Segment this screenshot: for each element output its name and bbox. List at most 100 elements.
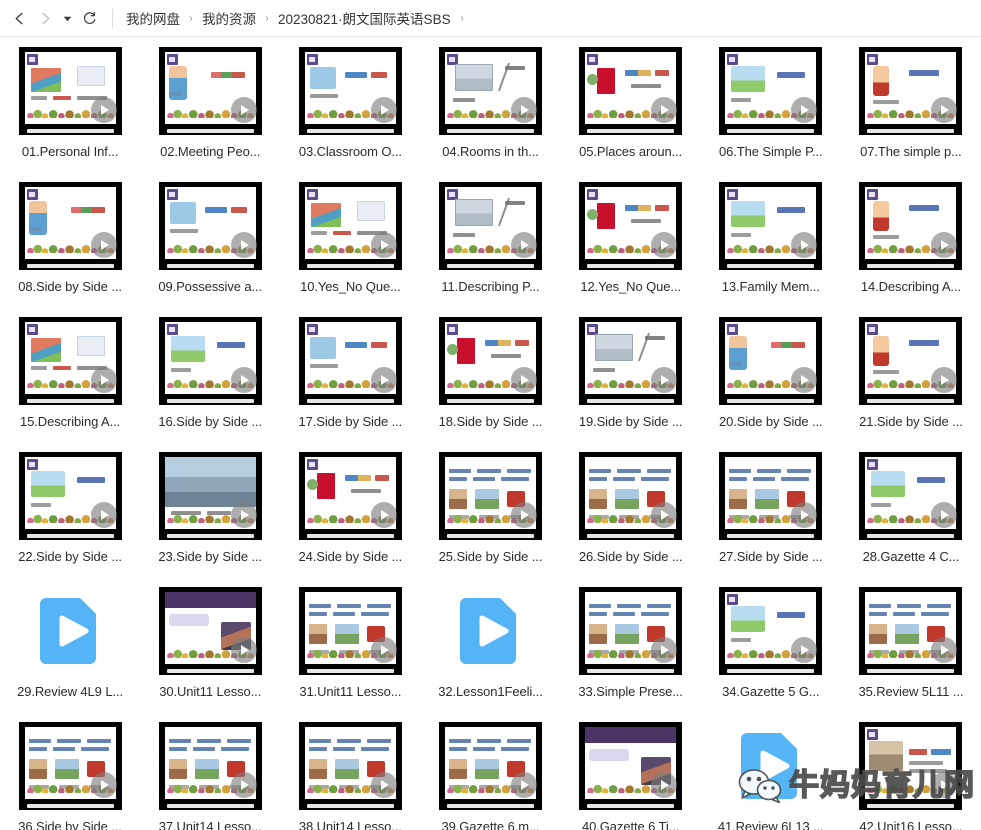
back-button[interactable] — [6, 5, 32, 31]
file-item[interactable]: 32.Lesson1Feeli... — [425, 585, 556, 714]
file-thumbnail[interactable] — [579, 47, 683, 135]
file-thumbnail[interactable] — [719, 452, 823, 540]
file-item[interactable]: 28.Gazette 4 C... — [845, 450, 976, 579]
play-button-overlay[interactable] — [230, 367, 257, 393]
file-thumbnail[interactable] — [438, 722, 542, 810]
play-button-overlay[interactable] — [370, 232, 397, 258]
file-thumbnail[interactable] — [859, 317, 963, 405]
play-button-overlay[interactable] — [510, 232, 537, 258]
file-item[interactable]: 27.Side by Side ... — [705, 450, 836, 579]
play-button-overlay[interactable] — [230, 97, 257, 123]
file-item[interactable]: 23.Side by Side ... — [145, 450, 276, 579]
file-item[interactable]: 24.Side by Side ... — [285, 450, 416, 579]
file-item[interactable]: 25.Side by Side ... — [425, 450, 556, 579]
play-button-overlay[interactable] — [370, 97, 397, 123]
file-thumbnail[interactable] — [859, 182, 963, 270]
file-item[interactable]: 02.Meeting Peo... — [145, 45, 276, 174]
play-button-overlay[interactable] — [651, 367, 678, 393]
file-thumbnail[interactable] — [298, 587, 402, 675]
play-button-overlay[interactable] — [90, 232, 117, 258]
play-button-overlay[interactable] — [230, 232, 257, 258]
file-thumbnail[interactable] — [18, 722, 122, 810]
play-button-overlay[interactable] — [230, 502, 257, 528]
file-item[interactable]: 12.Yes_No Que... — [565, 180, 696, 309]
file-thumbnail[interactable] — [438, 587, 542, 675]
play-button-overlay[interactable] — [510, 97, 537, 123]
file-item[interactable]: 38.Unit14 Lesso... — [285, 720, 416, 830]
file-item[interactable]: 01.Personal Inf... — [5, 45, 136, 174]
file-item[interactable]: 26.Side by Side ... — [565, 450, 696, 579]
file-item[interactable]: 33.Simple Prese... — [565, 585, 696, 714]
file-item[interactable]: 19.Side by Side ... — [565, 315, 696, 444]
file-item[interactable]: 35.Review 5L11 ... — [845, 585, 976, 714]
play-button-overlay[interactable] — [651, 502, 678, 528]
file-item[interactable]: 29.Review 4L9 L... — [5, 585, 136, 714]
file-item[interactable]: 15.Describing A... — [5, 315, 136, 444]
file-item[interactable]: 06.The Simple P... — [705, 45, 836, 174]
play-button-overlay[interactable] — [230, 637, 257, 663]
breadcrumb-item-root[interactable]: 我的网盘 — [125, 7, 181, 29]
file-item[interactable]: 42.Unit16 Lesso... — [845, 720, 976, 830]
file-item[interactable]: 05.Places aroun... — [565, 45, 696, 174]
file-thumbnail[interactable] — [18, 182, 122, 270]
play-button-overlay[interactable] — [370, 637, 397, 663]
play-button-overlay[interactable] — [90, 772, 117, 798]
file-thumbnail[interactable] — [859, 587, 963, 675]
forward-button[interactable] — [32, 5, 58, 31]
file-item[interactable]: 18.Side by Side ... — [425, 315, 556, 444]
file-item[interactable]: 36.Side by Side ... — [5, 720, 136, 830]
file-thumbnail[interactable] — [859, 452, 963, 540]
play-button-overlay[interactable] — [651, 637, 678, 663]
play-button-overlay[interactable] — [510, 772, 537, 798]
file-thumbnail[interactable] — [579, 722, 683, 810]
file-thumbnail[interactable] — [719, 182, 823, 270]
file-thumbnail[interactable] — [438, 452, 542, 540]
file-item[interactable]: 31.Unit11 Lesso... — [285, 585, 416, 714]
play-button-overlay[interactable] — [510, 367, 537, 393]
file-thumbnail[interactable] — [719, 722, 823, 810]
file-thumbnail[interactable] — [438, 317, 542, 405]
history-dropdown-button[interactable] — [58, 5, 76, 31]
file-item[interactable]: 30.Unit11 Lesso... — [145, 585, 276, 714]
file-item[interactable]: 20.Side by Side ... — [705, 315, 836, 444]
refresh-button[interactable] — [76, 5, 102, 31]
play-button-overlay[interactable] — [370, 367, 397, 393]
file-item[interactable]: 09.Possessive a... — [145, 180, 276, 309]
file-item[interactable]: 39.Gazette 6.m... — [425, 720, 556, 830]
file-thumbnail[interactable] — [579, 587, 683, 675]
file-thumbnail[interactable] — [719, 47, 823, 135]
file-thumbnail[interactable] — [158, 317, 262, 405]
file-thumbnail[interactable] — [158, 722, 262, 810]
play-button-overlay[interactable] — [370, 502, 397, 528]
file-thumbnail[interactable] — [438, 182, 542, 270]
file-thumbnail[interactable] — [859, 47, 963, 135]
file-item[interactable]: 14.Describing A... — [845, 180, 976, 309]
file-thumbnail[interactable] — [719, 587, 823, 675]
breadcrumb-item-resources[interactable]: 我的资源 — [201, 7, 257, 29]
file-item[interactable]: 11.Describing P... — [425, 180, 556, 309]
play-button-overlay[interactable] — [510, 502, 537, 528]
file-thumbnail[interactable] — [18, 452, 122, 540]
file-thumbnail[interactable] — [579, 317, 683, 405]
file-item[interactable]: 17.Side by Side ... — [285, 315, 416, 444]
file-thumbnail[interactable] — [298, 452, 402, 540]
file-thumbnail[interactable] — [298, 47, 402, 135]
file-item[interactable]: 08.Side by Side ... — [5, 180, 136, 309]
file-thumbnail[interactable] — [438, 47, 542, 135]
file-item[interactable]: 04.Rooms in th... — [425, 45, 556, 174]
file-thumbnail[interactable] — [18, 47, 122, 135]
play-button-overlay[interactable] — [651, 97, 678, 123]
play-button-overlay[interactable] — [90, 502, 117, 528]
file-thumbnail[interactable] — [579, 452, 683, 540]
play-button-overlay[interactable] — [90, 367, 117, 393]
file-item[interactable]: 41.Review 6L13 ... — [705, 720, 836, 830]
file-item[interactable]: 22.Side by Side ... — [5, 450, 136, 579]
file-thumbnail[interactable] — [859, 722, 963, 810]
file-item[interactable]: 34.Gazette 5 G... — [705, 585, 836, 714]
file-thumbnail[interactable] — [579, 182, 683, 270]
file-item[interactable]: 21.Side by Side ... — [845, 315, 976, 444]
file-item[interactable]: 16.Side by Side ... — [145, 315, 276, 444]
file-thumbnail[interactable] — [158, 452, 262, 540]
file-thumbnail[interactable] — [298, 722, 402, 810]
file-item[interactable]: 40.Gazette 6 Ti... — [565, 720, 696, 830]
